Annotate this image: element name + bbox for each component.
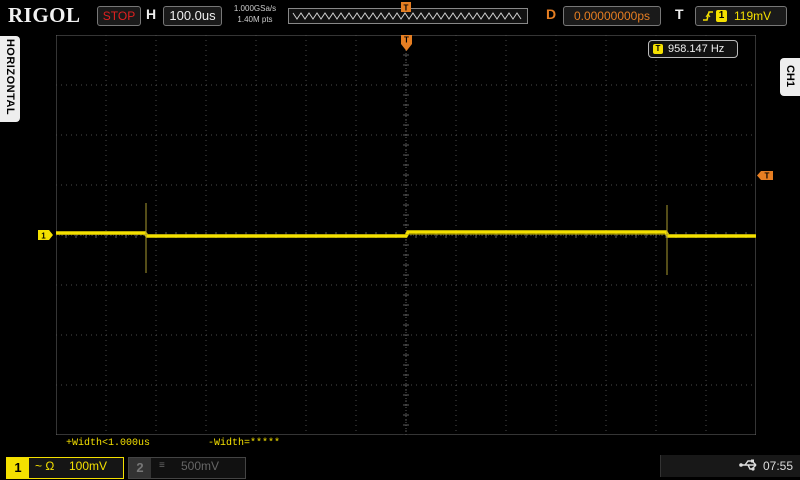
measurement-positive-width: +Width<1.000us [66,438,151,449]
system-status: 07:55 [660,455,800,477]
frequency-value: 958.147 Hz [668,43,725,55]
run-stop-indicator[interactable]: STOP [97,6,141,26]
sample-rate: 1.000GSa/s [233,4,277,13]
ch1-coupling: ~ Ω [35,459,55,473]
trigger-level-value: 119mV [734,9,772,23]
trigger-label: T [675,6,684,22]
ch1-scale: 100mV [69,459,108,473]
usb-icon [739,458,759,475]
frequency-trigger-icon: T [653,44,663,54]
ch2-number: 2 [129,458,151,478]
trigger-position-marker-label: T [404,36,409,45]
ch2-settings[interactable]: 2 ≡ 500mV [128,457,246,479]
ch1-tab-label: CH1 [784,64,796,87]
top-status-bar: RIGOL STOP H 100.0us 1.000GSa/s 1.40M pt… [0,0,800,32]
horizontal-menu-tab[interactable]: HORIZONTAL [0,36,20,122]
trigger-level-marker-label: T [765,172,770,181]
ch1-settings[interactable]: 1 ~ Ω 100mV [6,457,124,479]
horizontal-label: H [146,6,157,22]
ch1-offset-marker[interactable]: 1 [38,229,54,241]
memory-overview-strip[interactable]: T [288,2,528,24]
ch2-scale: 500mV [181,459,220,473]
system-clock: 07:55 [763,459,794,473]
ch1-menu-tab[interactable]: CH1 [780,58,800,96]
delay-value[interactable]: 0.00000000ps [563,6,661,26]
brand-logo: RIGOL [8,3,81,27]
timebase-value[interactable]: 100.0us [163,6,222,26]
measurement-negative-width: -Width=***** [208,438,281,449]
trigger-settings[interactable]: 1 119mV [695,6,787,26]
delay-label: D [546,6,557,22]
ch2-coupling: ≡ [159,460,165,471]
waveform-display[interactable]: T [56,35,756,435]
trigger-level-marker[interactable]: T [757,170,774,181]
bottom-status-bar: 1 ~ Ω 100mV 2 ≡ 500mV 07:55 [0,452,800,480]
acquisition-info: 1.000GSa/s 1.40M pts [226,3,284,25]
trigger-channel-badge: 1 [716,10,727,22]
ch1-offset-marker-label: 1 [41,232,46,241]
rising-edge-icon [702,7,714,30]
memory-trigger-icon: T [401,2,411,13]
svg-text:T: T [404,4,409,13]
horizontal-tab-label: HORIZONTAL [4,38,16,116]
memory-depth: 1.40M pts [237,15,273,24]
frequency-counter: T 958.147 Hz [648,40,738,58]
ch1-number: 1 [7,458,29,478]
